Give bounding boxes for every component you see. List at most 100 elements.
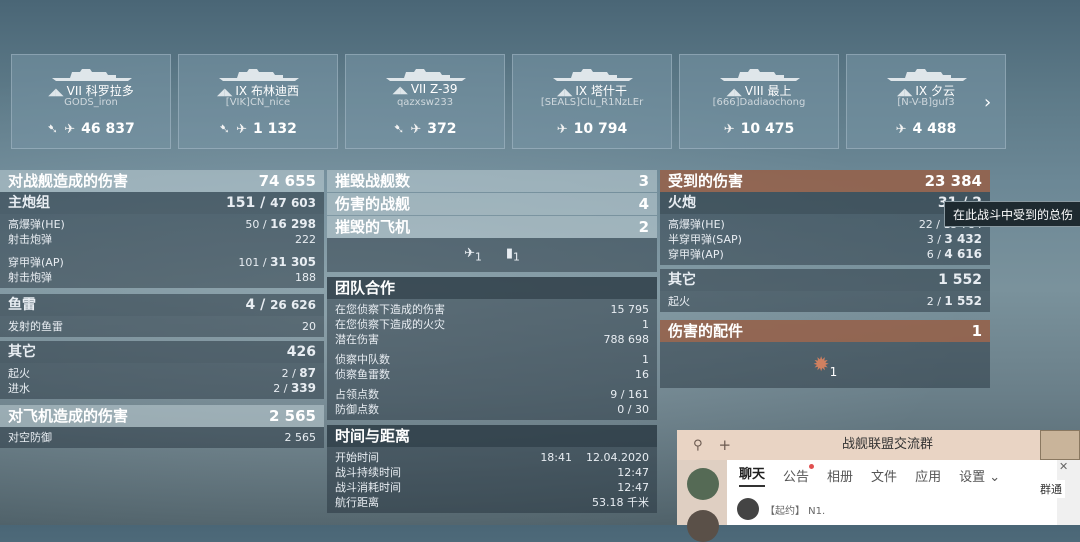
ship-tier: IX — [235, 84, 248, 98]
ship-card[interactable]: ◢◣ IX 夕云 [N-V-B]guf3 ✈ 4 488 — [846, 54, 1006, 149]
tab-files[interactable]: 文件 — [871, 466, 897, 485]
torpedo-hits: 4 / — [245, 297, 271, 313]
chevron-down-icon: ⌄ — [989, 469, 1001, 485]
start-time-value: 18:41 — [540, 451, 573, 464]
received-damage-value: 23 384 — [924, 172, 982, 190]
ship-silhouette-icon — [219, 69, 299, 81]
he-label: 高爆弹(HE) — [8, 218, 65, 231]
torp-fired-value: 20 — [302, 320, 316, 333]
received-other-label: 其它 — [668, 272, 696, 288]
aa-value: 2 565 — [284, 431, 317, 444]
ship-damage: 10 794 — [573, 121, 628, 137]
fighter-kill-icon: ✈1 — [464, 246, 482, 264]
torpedo-icon: ➷ — [219, 121, 231, 137]
duration-value: 12:47 — [617, 466, 649, 479]
he-shots-label: 射击炮弹 — [8, 233, 52, 246]
spot-torp-value: 16 — [635, 368, 649, 381]
ship-tier: IX — [575, 84, 588, 98]
chevron-right-icon[interactable]: › — [984, 92, 991, 113]
received-damage-panel: 受到的伤害23 384 火炮31 / 2 高爆弹(HE)22 / 15 784 … — [660, 170, 990, 388]
ship-silhouette-icon — [386, 69, 466, 81]
ship-silhouette-icon — [720, 69, 800, 81]
received-sap-hits: 3 / — [926, 233, 945, 246]
other-label: 其它 — [8, 344, 36, 360]
plane-icon: ✈ — [236, 121, 247, 137]
ship-name: Z-39 — [429, 82, 458, 96]
received-damage-tooltip: 在此战斗中受到的总伤 — [944, 201, 1080, 227]
player-name: GODS_iron — [64, 97, 118, 108]
fire-damage: 87 — [299, 366, 316, 380]
received-fire-damage: 1 552 — [944, 294, 982, 308]
ship-damage: 1 132 — [252, 121, 297, 137]
distance-value: 53.18 千米 — [592, 496, 649, 509]
start-time-label: 开始时间 — [335, 451, 379, 464]
tab-announcement[interactable]: 公告 — [783, 463, 815, 485]
received-ap-hits: 6 / — [926, 248, 945, 261]
tab-album[interactable]: 相册 — [827, 466, 853, 485]
he-hits: 50 / — [245, 218, 271, 231]
close-icon[interactable]: ✕ — [1059, 460, 1068, 473]
received-other-value: 1 552 — [938, 272, 982, 288]
avatar[interactable] — [687, 468, 719, 500]
ap-label: 穿甲弹(AP) — [8, 256, 64, 269]
tab-settings[interactable]: 设置 ⌄ — [959, 466, 1000, 485]
plane-icon: ✈ — [410, 121, 422, 137]
torpedo-icon: ➷ — [47, 121, 59, 137]
main-battery-damage: 47 603 — [270, 196, 316, 210]
spot-damage-label: 在您侦察下造成的伤害 — [335, 303, 445, 316]
fire-label: 起火 — [8, 367, 30, 380]
avatar[interactable] — [687, 510, 719, 542]
start-date-value: 12.04.2020 — [586, 451, 649, 464]
chat-thumbnail[interactable] — [1040, 430, 1080, 460]
player-name: qazxsw233 — [396, 97, 454, 108]
plane-icon: ✈ — [556, 121, 568, 137]
tab-chat[interactable]: 聊天 — [739, 463, 766, 487]
flood-count: 2 / — [273, 382, 291, 395]
tab-apps[interactable]: 应用 — [915, 466, 941, 485]
ship-name: 最上 — [767, 84, 792, 98]
ship-card[interactable]: ◢◣ VII 科罗拉多 GODS_iron ➷ ✈ 46 837 — [11, 54, 171, 149]
torpedo-icon: ➷ — [393, 121, 405, 137]
received-fire-count: 2 / — [926, 295, 945, 308]
ap-shots-label: 射击炮弹 — [8, 271, 52, 284]
ship-name: 布林迪西 — [250, 84, 299, 98]
ship-damage: 4 488 — [912, 121, 957, 137]
avatar — [737, 498, 759, 520]
damaged-modules-value: 1 — [971, 322, 982, 340]
ship-card[interactable]: ◢◣ IX 塔什干 [SEALS]Clu_R1NzLEr ✈ 10 794 — [512, 54, 672, 149]
spot-damage-value: 15 795 — [610, 303, 650, 316]
potential-label: 潜在伤害 — [335, 333, 379, 346]
potential-value: 788 698 — [603, 333, 650, 346]
fire-count: 2 / — [281, 367, 300, 380]
spot-squad-value: 1 — [642, 353, 649, 366]
torpedo-damage: 26 626 — [270, 298, 316, 312]
ship-card[interactable]: ◢◣ VII Z-39 qazxsw233 ➷ ✈ 372 — [345, 54, 505, 149]
spot-fire-value: 1 — [642, 318, 649, 331]
message-preview[interactable]: 【起约】 N1. — [737, 498, 825, 520]
ship-damage-value: 74 655 — [258, 172, 316, 190]
received-damage-label: 受到的伤害 — [668, 172, 744, 190]
damaged-ships-label: 伤害的战舰 — [335, 195, 411, 213]
search-icon[interactable]: ⚲ — [693, 438, 703, 453]
ship-damage-panel: 对战舰造成的伤害 74 655 主炮组 151 / 47 603 高爆弹(HE) 50… — [0, 170, 324, 448]
chat-window[interactable]: ⚲ + 战舰联盟交流群 聊天 公告 相册 文件 应用 设置 ⌄ 【起约】 N1.… — [677, 430, 1080, 542]
damaged-modules-label: 伤害的配件 — [668, 322, 744, 340]
ship-card[interactable]: ◢◣ IX 布林迪西 [VIK]CN_nice ➷ ✈ 1 132 — [178, 54, 338, 149]
plane-damage-value: 2 565 — [269, 407, 316, 425]
defense-value: 0 / 30 — [617, 403, 649, 416]
flood-label: 进水 — [8, 382, 30, 395]
ap-hits: 101 / — [238, 256, 271, 269]
plane-icon: ✈ — [723, 121, 735, 137]
received-he-label: 高爆弹(HE) — [668, 218, 725, 231]
module-damage-icon: ✹1 — [812, 351, 838, 379]
ship-card[interactable]: ◢◣ VIII 最上 [666]Dadiaochong ✈ 10 475 — [679, 54, 839, 149]
chat-group-title: 战舰联盟交流群 — [842, 437, 934, 452]
ship-name: 夕云 — [930, 84, 955, 98]
ship-damage: 10 475 — [740, 121, 795, 137]
group-notice-label: 群通 — [1037, 480, 1065, 498]
plane-icon: ✈ — [64, 121, 76, 137]
add-icon[interactable]: + — [719, 436, 732, 454]
ship-damage: 46 837 — [81, 121, 135, 137]
player-name: [SEALS]Clu_R1NzLEr — [540, 97, 644, 108]
main-battery-label: 主炮组 — [8, 195, 50, 211]
